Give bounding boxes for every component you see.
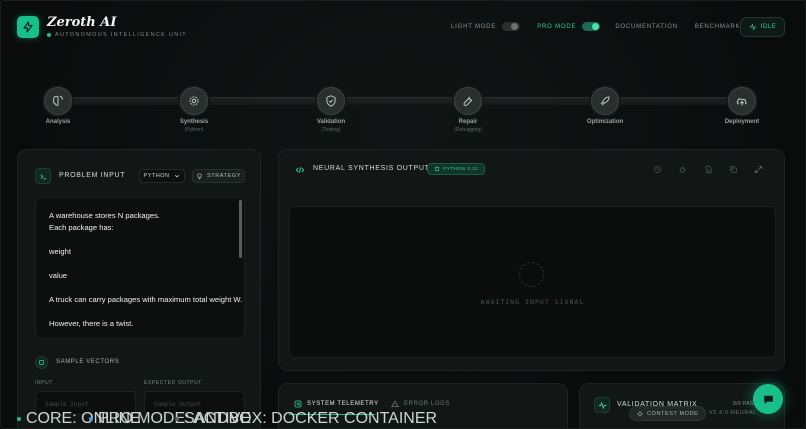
copy-icon[interactable] xyxy=(728,164,738,174)
shield-check-icon xyxy=(317,87,345,115)
sandbox-status: SANDBOX: DOCKER CONTAINER xyxy=(175,410,437,428)
sandbox-dot-icon xyxy=(175,417,179,421)
scrollbar[interactable] xyxy=(239,200,242,258)
document-icon[interactable] xyxy=(703,164,713,174)
light-mode-toggle[interactable]: LIGHT MODE xyxy=(451,22,521,31)
chat-button[interactable] xyxy=(753,384,783,414)
output-area: AWAITING INPUT SIGNAL xyxy=(289,206,776,358)
sandbox-status-text: SANDBOX: DOCKER CONTAINER xyxy=(184,410,438,427)
status-button[interactable]: IDLE xyxy=(740,17,785,37)
status-label: IDLE xyxy=(760,24,777,30)
online-dot-icon xyxy=(17,417,21,421)
brain-icon xyxy=(44,87,72,115)
cpu-icon xyxy=(180,87,208,115)
version-label: V2.4.0-NEURAL xyxy=(709,410,757,416)
bug-icon[interactable] xyxy=(677,164,687,174)
synthesis-output-panel: NEURAL SYNTHESIS OUTPUT PYTHON 3.12 AWAI… xyxy=(278,149,785,371)
diamond-icon xyxy=(637,410,643,417)
stage-analysis[interactable]: Analysis xyxy=(18,87,98,125)
stage-deployment[interactable]: Deployment xyxy=(702,87,782,125)
chip-icon xyxy=(434,166,440,172)
tab-label: ERROR LOGS xyxy=(404,401,451,407)
stage-label: Validation xyxy=(316,119,346,125)
pro-dot-icon xyxy=(89,417,93,421)
warning-icon xyxy=(391,400,399,408)
sample-vectors-title: SAMPLE VECTORS xyxy=(56,359,120,365)
stage-optimization[interactable]: Optimization xyxy=(565,87,645,125)
stage-synthesis[interactable]: Synthesis (Python) xyxy=(154,87,234,133)
status-dot-icon xyxy=(47,33,51,37)
rocket-icon xyxy=(591,87,619,115)
brand-name: Zeroth AI xyxy=(47,15,117,30)
python-version-text: PYTHON 3.12 xyxy=(443,166,479,172)
language-value: PYTHON xyxy=(143,173,170,179)
documentation-link[interactable]: DOCUMENTATION xyxy=(615,24,678,30)
terminal-icon xyxy=(35,168,51,184)
strategy-label: STRATEGY xyxy=(206,173,242,179)
stage-label: Deployment xyxy=(724,119,760,125)
problem-input-title: PROBLEM INPUT xyxy=(59,172,126,179)
app-window: Zeroth AI AUTONOMOUS INTELLIGENCE UNIT L… xyxy=(0,0,806,429)
code-icon xyxy=(295,166,305,174)
pro-mode-switch[interactable] xyxy=(582,22,601,31)
wrench-icon xyxy=(454,87,482,115)
tagline-text: AUTONOMOUS INTELLIGENCE UNIT xyxy=(55,32,187,38)
lightning-logo-icon xyxy=(17,16,39,38)
stage-repair[interactable]: Repair (Debugging) xyxy=(428,87,508,133)
contest-mode-button[interactable]: CONTEST MODE xyxy=(629,406,707,421)
stage-validation[interactable]: Validation (Testing) xyxy=(291,87,371,133)
stage-sub: (Debugging) xyxy=(454,127,482,133)
pro-mode-label: PRO MODE xyxy=(537,23,577,30)
problem-input-panel: PROBLEM INPUT PYTHON STRATEGY A warehous… xyxy=(17,149,261,428)
stage-sub: (Testing) xyxy=(321,127,341,133)
pro-mode-toggle[interactable]: PRO MODE xyxy=(537,22,601,31)
stage-label: Optimization xyxy=(586,119,624,125)
tab-error-logs[interactable]: ERROR LOGS xyxy=(391,400,450,408)
spinner-icon xyxy=(519,262,544,287)
benchmarks-link[interactable]: BENCHMARKS xyxy=(695,24,745,30)
language-select[interactable]: PYTHON xyxy=(139,169,185,183)
top-nav: LIGHT MODE PRO MODE DOCUMENTATION BENCHM… xyxy=(451,22,745,31)
chat-bubble-icon xyxy=(763,395,773,404)
output-title: NEURAL SYNTHESIS OUTPUT xyxy=(313,165,430,172)
chevron-down-icon xyxy=(175,174,180,178)
problem-textarea[interactable]: A warehouse stores N packages. Each pack… xyxy=(35,197,245,339)
strategy-button[interactable]: STRATEGY xyxy=(192,169,245,183)
light-mode-switch[interactable] xyxy=(502,22,521,31)
tab-label: SYSTEM TELEMETRY xyxy=(307,401,379,407)
stage-label: Repair xyxy=(458,119,478,125)
expected-output-label: EXPECTED OUTPUT xyxy=(144,380,202,386)
vector-icon xyxy=(35,356,48,369)
telemetry-icon xyxy=(294,400,302,408)
brand-tagline: AUTONOMOUS INTELLIGENCE UNIT xyxy=(47,32,187,38)
history-icon[interactable] xyxy=(652,164,662,174)
stage-sub: (Python) xyxy=(184,127,204,133)
awaiting-status: AWAITING INPUT SIGNAL xyxy=(480,298,585,306)
stage-label: Analysis xyxy=(45,119,71,125)
expand-icon[interactable] xyxy=(753,164,763,174)
activity-icon xyxy=(594,397,610,413)
light-mode-label: LIGHT MODE xyxy=(451,23,497,30)
contest-mode-label: CONTEST MODE xyxy=(647,410,699,417)
input-label: INPUT xyxy=(35,380,53,386)
problem-text: A warehouse stores N packages. Each pack… xyxy=(49,211,243,328)
python-version-badge: PYTHON 3.12 xyxy=(427,163,486,175)
lightbulb-icon xyxy=(197,173,202,179)
cloud-upload-icon xyxy=(728,87,756,115)
tab-system-telemetry[interactable]: SYSTEM TELEMETRY xyxy=(294,400,379,408)
pulse-icon xyxy=(749,23,756,31)
stage-label: Synthesis xyxy=(179,119,209,125)
